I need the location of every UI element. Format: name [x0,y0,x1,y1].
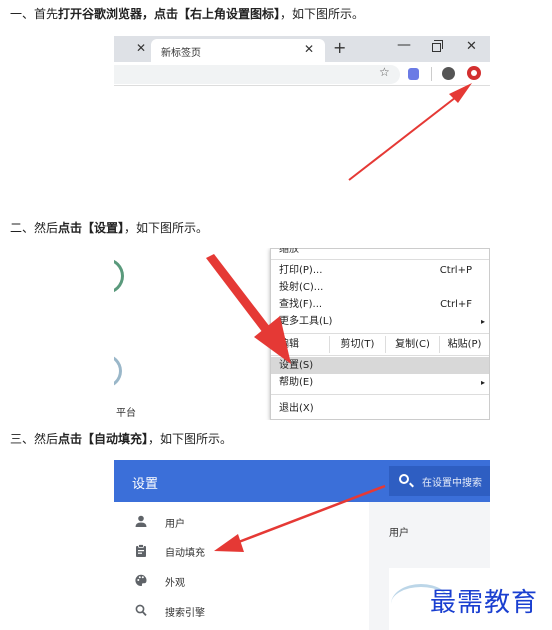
menu-edit-row: 编辑 剪切(T) 复制(C) 粘贴(P) [271,336,489,353]
bookmark-star-icon[interactable]: ☆ [379,65,390,79]
shortcut-partial-label: 平台 [116,408,136,419]
step-3-instruction: 三、然后点击【自动填充】，如下图所示。 [10,431,232,447]
menu-paste-button[interactable]: 粘贴(P) [439,336,489,353]
menu-item-more-tools[interactable]: 更多工具(L) ▸ [271,313,489,330]
step-2-prefix: 二、然后 [10,221,59,235]
address-bar[interactable]: ☆ [114,65,400,84]
menu-divider [271,355,489,356]
toolbar-divider [431,67,432,81]
prev-tab-close-icon[interactable]: ✕ [136,41,146,55]
menu-item-shortcut: Ctrl+P [439,265,472,276]
menu-zoom-cut: 缩放 [279,248,299,255]
menu-item-label: 设置(S) [279,360,314,371]
menu-item-print[interactable]: 打印(P)... Ctrl+P [271,262,489,279]
window-close-icon[interactable]: ✕ [466,39,477,54]
menu-item-label: 查找(F)... [279,299,323,310]
menu-divider [271,333,489,334]
settings-sidebar: 用户 自动填充 外观 搜索引擎 [114,502,369,630]
sidebar-item-search-engine[interactable]: 搜索引擎 [114,600,369,622]
menu-item-help[interactable]: 帮助(E) ▸ [271,374,489,391]
sidebar-item-label: 自动填充 [165,548,205,559]
profile-avatar-icon[interactable] [442,67,455,80]
menu-item-label: 帮助(E) [279,377,314,388]
sidebar-item-users[interactable]: 用户 [114,511,369,533]
chevron-right-icon: ▸ [480,317,485,326]
step-1-bold: 打开谷歌浏览器，点击【右上角设置图标】 [58,7,281,21]
content-section-title: 用户 [389,528,409,539]
new-tab-plus-icon[interactable]: + [333,38,346,57]
settings-search-input[interactable]: 在设置中搜索 [389,466,490,496]
menu-edit-label: 编辑 [279,339,299,350]
browser-screenshot: ✕ 新标签页 ✕ + — ✕ ☆ [114,36,490,122]
sidebar-item-autofill[interactable]: 自动填充 [114,540,369,562]
sidebar-item-appearance[interactable]: 外观 [114,570,369,592]
step-1-suffix: ，如下图所示。 [280,7,365,21]
menu-copy-button[interactable]: 复制(C) [385,336,439,353]
search-icon [399,474,409,484]
minimize-icon[interactable]: — [397,37,411,53]
settings-header: 设置 在设置中搜索 [114,460,490,502]
menu-item-settings[interactable]: 设置(S) [271,357,489,374]
chevron-right-icon: ▸ [480,378,485,387]
tab-new-tab[interactable]: 新标签页 ✕ [151,39,325,62]
search-icon [135,604,147,617]
menu-item-find[interactable]: 查找(F)... Ctrl+F [271,296,489,313]
menu-cut-button[interactable]: 剪切(T) [329,336,385,353]
menu-item-label: 打印(P)... [279,265,323,276]
step-1-instruction: 一、首先打开谷歌浏览器，点击【右上角设置图标】，如下图所示。 [10,6,364,22]
settings-title: 设置 [132,477,159,492]
step-3-suffix: ，如下图所示。 [148,432,233,446]
menu-item-label: 更多工具(L) [279,316,333,327]
menu-item-label: 投射(C)... [279,282,324,293]
step-3-prefix: 三、然后 [10,432,59,446]
step-2-bold: 点击【设置】 [58,221,125,235]
browser-toolbar: ☆ [114,62,490,86]
menu-divider [271,394,489,395]
menu-screenshot: 平台 缩放 打印(P)... Ctrl+P 投射(C)... 查找(F)... … [114,248,490,420]
sidebar-item-label: 外观 [165,578,185,589]
step-1-prefix: 一、首先 [10,7,59,21]
browser-menu-icon[interactable] [467,66,481,80]
restore-icon[interactable] [432,40,443,52]
menu-item-exit[interactable]: 退出(X) [271,400,489,417]
palette-icon [135,574,147,586]
extension-icon[interactable] [408,68,419,80]
tab-strip: ✕ 新标签页 ✕ + — ✕ [114,36,490,62]
menu-divider [271,259,489,260]
tab-title: 新标签页 [161,48,201,59]
step-2-suffix: ，如下图所示。 [124,221,209,235]
browser-dropdown-menu: 缩放 打印(P)... Ctrl+P 投射(C)... 查找(F)... Ctr… [270,248,490,420]
watermark-logo: 最需教育 [430,588,539,618]
step-2-instruction: 二、然后点击【设置】，如下图所示。 [10,220,208,236]
person-icon [135,515,147,527]
tab-close-icon[interactable]: ✕ [304,42,314,56]
step-3-bold: 点击【自动填充】 [58,432,149,446]
shortcut-tile-icon [114,354,122,388]
search-placeholder: 在设置中搜索 [422,478,482,489]
menu-item-label: 退出(X) [279,403,314,414]
menu-item-shortcut: Ctrl+F [440,299,472,310]
sidebar-item-label: 搜索引擎 [165,608,205,619]
clipboard-icon [136,544,146,557]
sidebar-item-label: 用户 [165,519,185,530]
menu-item-cast[interactable]: 投射(C)... [271,279,489,296]
shortcut-tile-icon [114,258,124,294]
